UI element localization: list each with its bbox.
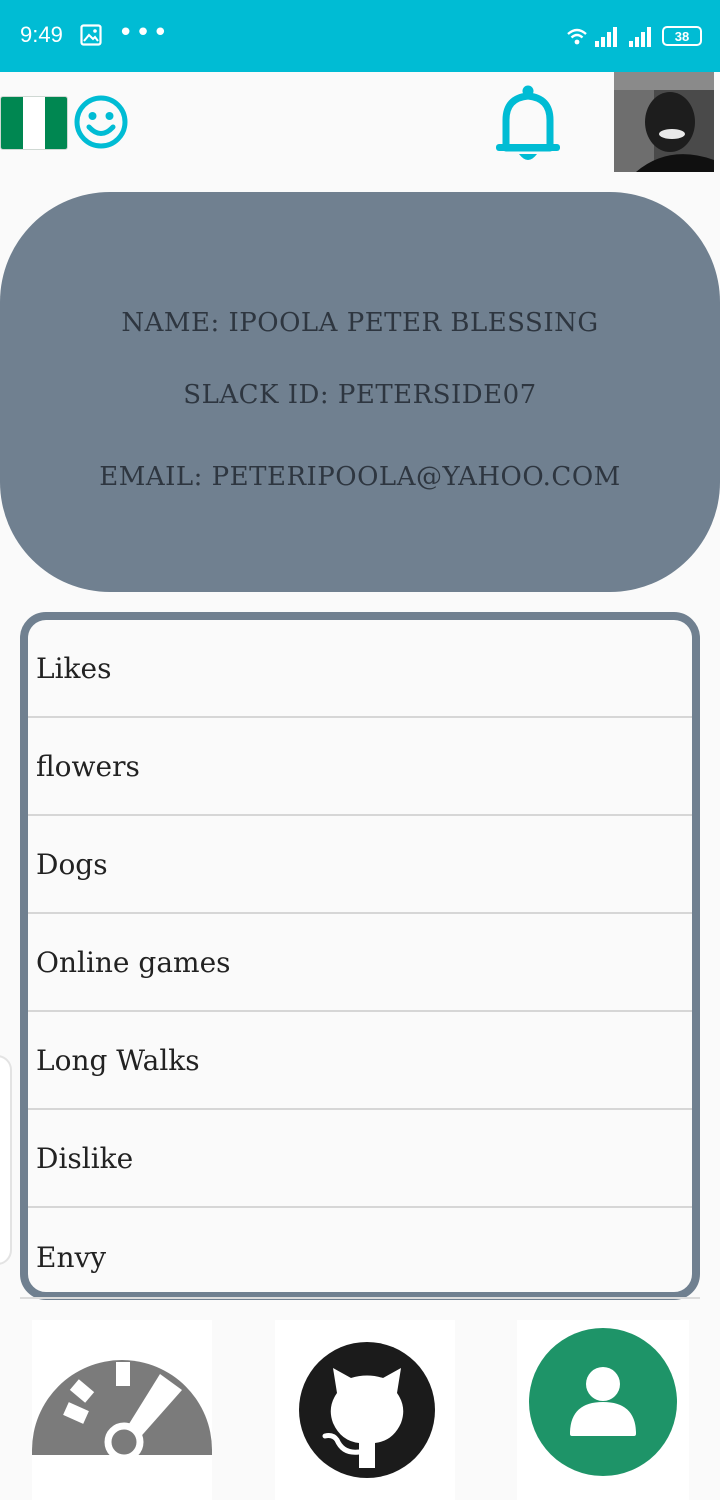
likes-list: Likes flowers Dogs Online games Long Wal…: [20, 612, 700, 1300]
github-icon: [299, 1342, 435, 1478]
github-button[interactable]: [275, 1320, 455, 1500]
list-item[interactable]: Dogs: [28, 816, 692, 914]
nigeria-flag-icon: [0, 96, 68, 150]
person-icon: [529, 1328, 677, 1476]
signal-icon: [595, 27, 617, 47]
bell-icon[interactable]: [492, 82, 564, 166]
profile-button[interactable]: [517, 1320, 689, 1500]
profile-slack-id: SLACK ID: PETERSIDE07: [183, 380, 537, 410]
dashboard-button[interactable]: [32, 1320, 212, 1500]
battery-level: 38: [674, 28, 690, 44]
profile-card: NAME: IPOOLA PETER BLESSING SLACK ID: PE…: [0, 192, 720, 592]
battery-icon: 38: [662, 26, 702, 46]
side-drawer-handle[interactable]: [0, 1055, 12, 1265]
list-item[interactable]: Online games: [28, 914, 692, 1012]
divider: [20, 1297, 700, 1299]
list-item[interactable]: Long Walks: [28, 1012, 692, 1110]
signal-icon-2: [629, 27, 651, 47]
gallery-icon: [80, 24, 102, 46]
wifi-icon: [567, 28, 587, 45]
status-bar: 9:49 ••• 38: [0, 0, 720, 72]
avatar[interactable]: [614, 72, 714, 172]
list-item[interactable]: flowers: [28, 718, 692, 816]
more-dots-icon: •••: [118, 18, 171, 48]
list-item[interactable]: Likes: [28, 620, 692, 718]
profile-name: NAME: IPOOLA PETER BLESSING: [121, 308, 599, 338]
status-indicators: 38: [566, 24, 702, 48]
dashboard-icon: [32, 1360, 212, 1462]
toolbar: [0, 72, 720, 182]
profile-email: EMAIL: PETERIPOOLA@YAHOO.COM: [99, 462, 621, 492]
list-item[interactable]: Dislike: [28, 1110, 692, 1208]
smiley-icon[interactable]: [73, 94, 129, 150]
list-item[interactable]: Envy: [28, 1208, 692, 1292]
status-time: 9:49: [20, 22, 63, 47]
